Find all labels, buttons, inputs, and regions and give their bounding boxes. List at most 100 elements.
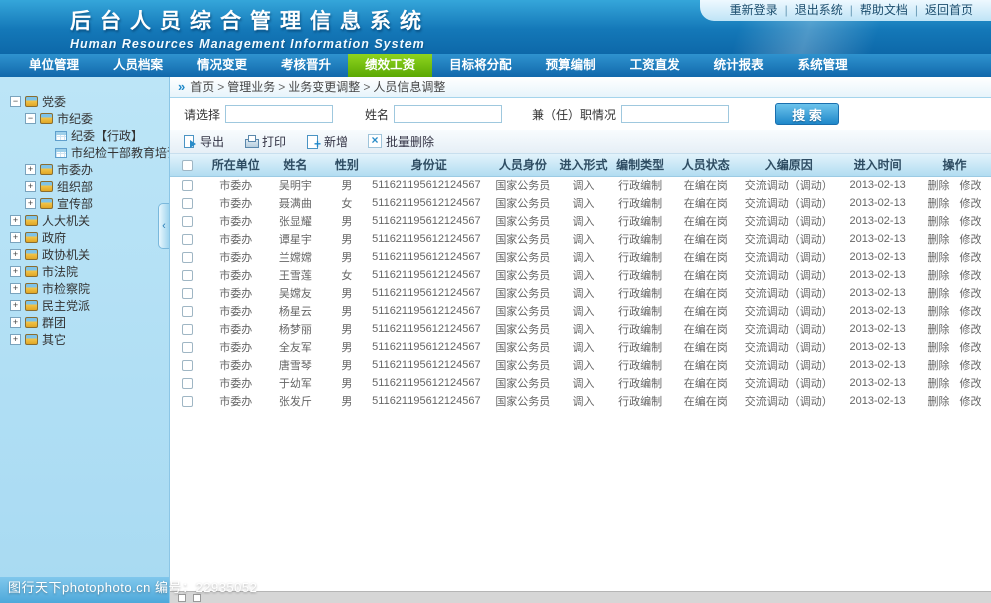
delete-row-link[interactable]: 删除 — [923, 360, 955, 372]
row-checkbox[interactable] — [182, 288, 193, 299]
row-checkbox[interactable] — [182, 324, 193, 335]
breadcrumb-item-0[interactable]: 首页 — [190, 80, 214, 94]
edit-row-link[interactable]: 修改 — [955, 396, 987, 408]
tree-node-4[interactable]: +市委办 — [0, 161, 169, 178]
toolbar-print-button[interactable]: 打印 — [244, 133, 286, 150]
row-checkbox[interactable] — [182, 270, 193, 281]
edit-row-link[interactable]: 修改 — [955, 342, 987, 354]
expand-toggle-icon[interactable]: + — [10, 283, 21, 294]
quick-link-3[interactable]: 返回首页 — [921, 3, 977, 17]
expand-toggle-icon[interactable]: + — [25, 164, 36, 175]
tree-node-6[interactable]: +宣传部 — [0, 195, 169, 212]
name-filter-input[interactable] — [394, 105, 502, 123]
toolbar-export-button[interactable]: 导出 — [182, 133, 224, 150]
edit-row-link[interactable]: 修改 — [955, 270, 987, 282]
nav-item-3[interactable]: 考核晋升 — [264, 54, 348, 77]
row-checkbox[interactable] — [182, 360, 193, 371]
search-button[interactable]: 搜 索 — [775, 103, 839, 125]
expand-toggle-icon[interactable]: + — [10, 215, 21, 226]
nav-item-1[interactable]: 人员档案 — [96, 54, 180, 77]
delete-row-link[interactable]: 删除 — [923, 180, 955, 192]
collapse-toggle-icon[interactable]: − — [25, 113, 36, 124]
row-checkbox[interactable] — [182, 180, 193, 191]
row-checkbox[interactable] — [182, 216, 193, 227]
edit-row-link[interactable]: 修改 — [955, 198, 987, 210]
delete-row-link[interactable]: 删除 — [923, 306, 955, 318]
edit-row-link[interactable]: 修改 — [955, 378, 987, 390]
edit-row-link[interactable]: 修改 — [955, 216, 987, 228]
expand-toggle-icon[interactable]: + — [10, 249, 21, 260]
nav-item-2[interactable]: 情况变更 — [180, 54, 264, 77]
expand-toggle-icon[interactable]: + — [10, 317, 21, 328]
breadcrumb-item-3[interactable]: 人员信息调整 — [373, 80, 445, 94]
tree-node-0[interactable]: −党委 — [0, 93, 169, 110]
tree-node-10[interactable]: +市法院 — [0, 263, 169, 280]
row-checkbox[interactable] — [182, 342, 193, 353]
tree-node-3[interactable]: 市纪检干部教育培训中心 — [0, 144, 169, 161]
quick-link-0[interactable]: 重新登录 — [726, 3, 782, 17]
edit-row-link[interactable]: 修改 — [955, 180, 987, 192]
row-checkbox[interactable] — [182, 252, 193, 263]
tree-node-2[interactable]: 纪委【行政】 — [0, 127, 169, 144]
job-filter-input[interactable] — [621, 105, 729, 123]
nav-item-4[interactable]: 绩效工资 — [348, 54, 432, 77]
nav-item-5[interactable]: 目标将分配 — [432, 54, 529, 77]
cell-entry_mode: 调入 — [558, 194, 609, 212]
delete-row-link[interactable]: 删除 — [923, 234, 955, 246]
tree-node-12[interactable]: +民主党派 — [0, 297, 169, 314]
tree-node-5[interactable]: +组织部 — [0, 178, 169, 195]
nav-item-7[interactable]: 工资直发 — [613, 54, 697, 77]
quick-link-2[interactable]: 帮助文档 — [856, 3, 912, 17]
cell-identity: 国家公务员 — [487, 338, 558, 356]
breadcrumb-item-2[interactable]: 业务变更调整 — [288, 80, 360, 94]
select-all-checkbox[interactable] — [182, 160, 193, 171]
cell-identity: 国家公务员 — [487, 194, 558, 212]
collapse-toggle-icon[interactable]: − — [10, 96, 21, 107]
nav-item-9[interactable]: 系统管理 — [781, 54, 865, 77]
row-checkbox[interactable] — [182, 198, 193, 209]
delete-row-link[interactable]: 删除 — [923, 378, 955, 390]
delete-row-link[interactable]: 删除 — [923, 324, 955, 336]
expand-toggle-icon[interactable]: + — [10, 334, 21, 345]
row-checkbox[interactable] — [182, 396, 193, 407]
edit-row-link[interactable]: 修改 — [955, 234, 987, 246]
expand-toggle-icon[interactable]: + — [10, 232, 21, 243]
row-checkbox[interactable] — [182, 306, 193, 317]
delete-row-link[interactable]: 删除 — [923, 216, 955, 228]
tree-node-11[interactable]: +市检察院 — [0, 280, 169, 297]
delete-row-link[interactable]: 删除 — [923, 198, 955, 210]
edit-row-link[interactable]: 修改 — [955, 360, 987, 372]
tree-node-14[interactable]: +其它 — [0, 331, 169, 348]
sidebar-collapse-handle[interactable]: ‹ — [158, 203, 169, 249]
row-checkbox[interactable] — [182, 234, 193, 245]
nav-item-0[interactable]: 单位管理 — [12, 54, 96, 77]
edit-row-link[interactable]: 修改 — [955, 288, 987, 300]
delete-row-link[interactable]: 删除 — [923, 342, 955, 354]
delete-row-link[interactable]: 删除 — [923, 252, 955, 264]
tree-node-7[interactable]: +人大机关 — [0, 212, 169, 229]
toolbar-batch-delete-button[interactable]: 批量删除 — [368, 133, 434, 150]
nav-item-8[interactable]: 统计报表 — [697, 54, 781, 77]
edit-row-link[interactable]: 修改 — [955, 324, 987, 336]
toolbar-add-button[interactable]: 新增 — [306, 133, 348, 150]
expand-toggle-icon[interactable]: + — [25, 181, 36, 192]
expand-toggle-icon[interactable]: + — [10, 266, 21, 277]
delete-row-link[interactable]: 删除 — [923, 396, 955, 408]
expand-toggle-icon[interactable]: + — [10, 300, 21, 311]
nav-item-6[interactable]: 预算编制 — [529, 54, 613, 77]
expand-toggle-icon[interactable]: + — [25, 198, 36, 209]
edit-row-link[interactable]: 修改 — [955, 252, 987, 264]
pagination-box — [178, 594, 186, 602]
tree-node-13[interactable]: +群团 — [0, 314, 169, 331]
edit-row-link[interactable]: 修改 — [955, 306, 987, 318]
quick-link-1[interactable]: 退出系统 — [791, 3, 847, 17]
delete-row-link[interactable]: 删除 — [923, 270, 955, 282]
tree-node-9[interactable]: +政协机关 — [0, 246, 169, 263]
cell-gender: 女 — [324, 194, 371, 212]
select-filter-input[interactable] — [225, 105, 333, 123]
delete-row-link[interactable]: 删除 — [923, 288, 955, 300]
row-checkbox[interactable] — [182, 378, 193, 389]
breadcrumb-item-1[interactable]: 管理业务 — [227, 80, 275, 94]
tree-node-8[interactable]: +政府 — [0, 229, 169, 246]
tree-node-1[interactable]: −市纪委 — [0, 110, 169, 127]
